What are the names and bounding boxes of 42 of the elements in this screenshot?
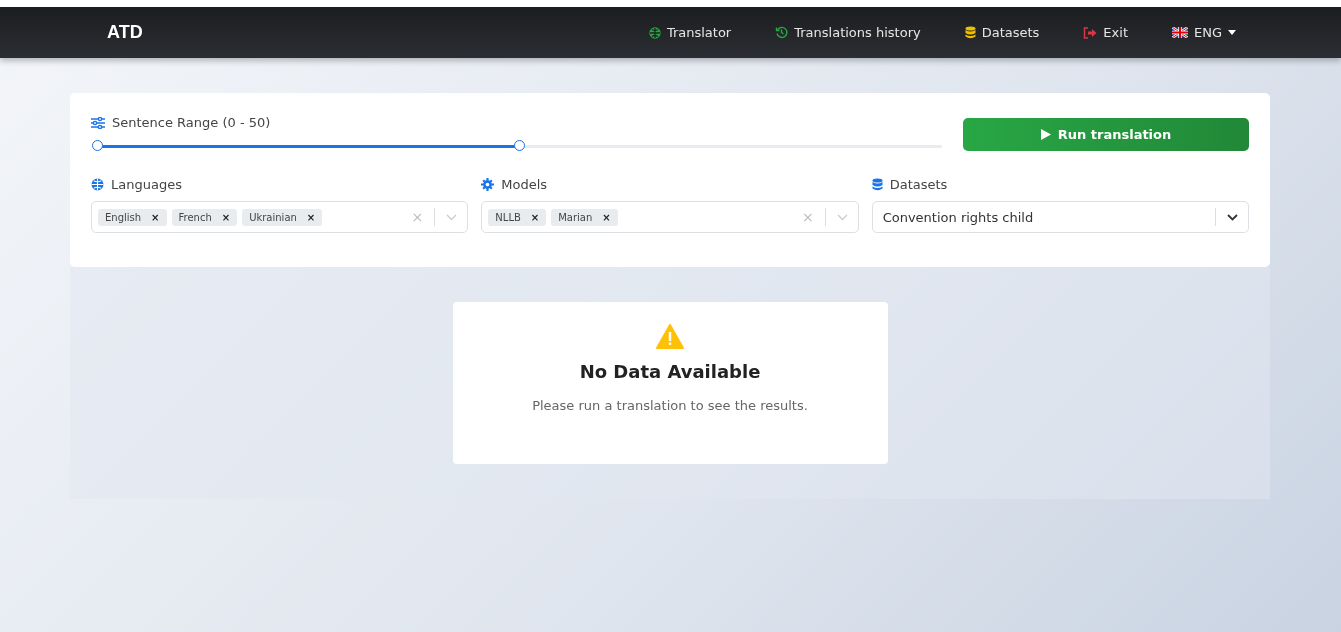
remove-chip-button[interactable]: × (221, 211, 231, 223)
play-icon (1040, 129, 1051, 140)
gear-icon (481, 178, 495, 191)
nav-link[interactable]: Translations history (775, 25, 921, 40)
empty-message: Please run a translation to see the results. (532, 398, 808, 413)
language-dropdown[interactable]: ENG (1172, 25, 1236, 40)
chevron-icon[interactable] (1227, 213, 1238, 221)
flag-icon (1172, 27, 1188, 38)
slider-handle[interactable] (92, 140, 103, 151)
chip-label: Ukrainian (249, 211, 297, 223)
field-label: Models (501, 177, 548, 192)
exit-icon (1083, 26, 1098, 39)
field-label: Languages (111, 177, 182, 192)
chip-label: Marian (558, 211, 593, 223)
field-label: Datasets (889, 177, 948, 192)
remove-chip-button[interactable]: × (151, 211, 160, 223)
chip-label: NLLB (495, 211, 521, 223)
nav-link[interactable]: Translator (648, 25, 732, 40)
nav-link[interactable]: Datasets (964, 25, 1040, 40)
caret-icon (1228, 30, 1236, 35)
chip-label: French (178, 211, 212, 223)
chip-label: English (105, 211, 142, 223)
multi-select[interactable]: English × French × Ukrainian × × (91, 201, 469, 233)
remove-chip-button[interactable]: × (530, 211, 540, 223)
remove-chip-button[interactable]: × (602, 211, 611, 223)
globe-icon (648, 26, 661, 39)
slider-handle[interactable] (514, 140, 525, 151)
dataset-select[interactable]: Convention rights child (871, 201, 1249, 233)
database-icon (871, 178, 883, 191)
brand-logo[interactable]: ATD (107, 22, 143, 43)
range-label: Sentence Range (0 - 50) (112, 115, 271, 130)
sliders-icon (91, 116, 105, 129)
remove-chip-button[interactable]: × (306, 211, 316, 223)
globe-icon (91, 178, 104, 191)
history-icon (775, 26, 789, 39)
select-value: Convention rights child (881, 209, 1034, 225)
warning-icon (656, 324, 684, 349)
run-translation-button[interactable]: Run translation (963, 118, 1249, 151)
multi-select[interactable]: NLLB × Marian × × (481, 201, 859, 233)
empty-title: No Data Available (579, 361, 761, 382)
nav-link[interactable]: Exit (1083, 25, 1128, 40)
database-icon (964, 26, 976, 39)
